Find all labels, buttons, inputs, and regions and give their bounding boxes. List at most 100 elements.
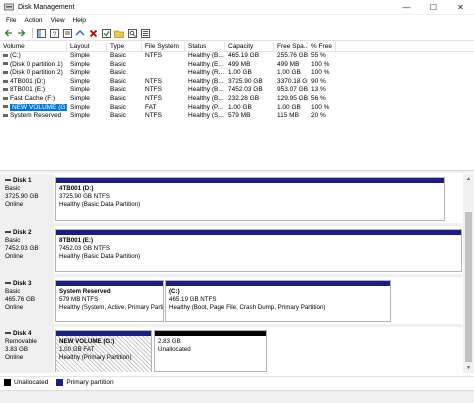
partition-system-reserved[interactable]: System Reserved 579 MB NTFS Healthy (Sys…: [55, 280, 164, 322]
disk-icon: [5, 179, 11, 182]
menu-file[interactable]: File: [2, 17, 20, 24]
disk-label-3[interactable]: Disk 3 Basic 465.76 GB Online: [0, 277, 54, 324]
volume-icon: [3, 62, 8, 66]
show-hide-tree-icon[interactable]: [36, 28, 46, 38]
table-row[interactable]: Fast Cache (F:) Simple Basic NTFS Healthy (B…: [0, 95, 474, 104]
help-icon[interactable]: ?: [49, 28, 59, 38]
table-row[interactable]: (Disk 0 partition 2) Simple Basic Healthy (…: [0, 69, 474, 78]
table-row[interactable]: (Disk 0 partition 1) Simple Basic Healthy (…: [0, 61, 474, 70]
search-disk-icon[interactable]: [127, 28, 137, 38]
volume-list-header: Volume Layout Type File System Status Ca…: [0, 42, 474, 52]
partition-label: 4TB001 (D:): [59, 185, 94, 192]
back-arrow-icon[interactable]: [3, 28, 13, 38]
disk-map-scrollbar[interactable]: ▲ ▼: [463, 174, 474, 373]
maximize-button[interactable]: ☐: [420, 0, 447, 15]
partition-d[interactable]: 4TB001 (D:) 3725.90 GB NTFS Healthy (Bas…: [55, 177, 445, 221]
volume-name: Fast Cache (F:): [10, 94, 56, 102]
partition-label: NEW VOLUME (G:): [59, 338, 115, 345]
table-row[interactable]: System Reserved Simple Basic NTFS Healthy (S…: [0, 112, 474, 121]
partition-label: System Reserved: [59, 288, 111, 295]
svg-text:?: ?: [52, 31, 56, 38]
folder-icon[interactable]: [114, 28, 124, 38]
disk-label-2[interactable]: Disk 2 Basic 7452.03 GB Online: [0, 226, 54, 274]
cell-capacity: 465.19 GB: [228, 52, 260, 59]
partition-status: Healthy (Basic Data Partition): [59, 253, 141, 260]
cell-status: Healthy (P...: [188, 103, 223, 111]
toolbar-separator: [32, 28, 33, 38]
column-header-percent-free[interactable]: % Free: [308, 42, 336, 51]
pane-splitter[interactable]: [0, 170, 474, 173]
table-row[interactable]: 4TB001 (D:) Simple Basic NTFS Healthy (B... 3…: [0, 78, 474, 87]
cell-layout: Simple: [70, 103, 90, 111]
column-header-free-space[interactable]: Free Spa...: [274, 42, 308, 51]
volume-name: 8TB001 (E:): [10, 86, 46, 94]
scrollbar-thumb[interactable]: [465, 212, 472, 362]
disk-label-1[interactable]: Disk 1 Basic 3725.90 GB Online: [0, 174, 54, 223]
menu-help[interactable]: Help: [69, 17, 90, 24]
disk-row-2: Disk 2 Basic 7452.03 GB Online 8TB001 (E…: [0, 226, 462, 277]
partition-c[interactable]: (C:) 465.19 GB NTFS Healthy (Boot, Page …: [165, 280, 391, 322]
volume-icon: [3, 96, 8, 100]
partition-g[interactable]: NEW VOLUME (G:) 1.00 GB FAT Healthy (Pri…: [55, 330, 152, 372]
cell-free-space: 129.95 GB: [277, 94, 308, 102]
cell-percent-free: 13 %: [311, 86, 326, 94]
cell-volume: (Disk 0 partition 1): [0, 61, 67, 70]
cell-free-space: 499 MB: [277, 60, 300, 68]
minimize-button[interactable]: —: [393, 0, 420, 15]
cell-type: Basic: [110, 69, 126, 77]
primary-partition-swatch: [56, 379, 64, 386]
partition-e[interactable]: 8TB001 (E:) 7452.03 GB NTFS Healthy (Bas…: [55, 229, 462, 272]
menu-action[interactable]: Action: [20, 17, 46, 24]
cell-layout: Simple: [70, 86, 90, 94]
table-row[interactable]: NEW VOLUME (G:) Simple Basic FAT Healthy (P.…: [0, 103, 474, 113]
cell-status: Healthy (B...: [188, 77, 224, 85]
cell-capacity: 1.00 GB: [228, 103, 252, 111]
disk-size: 3725.90 GB: [5, 193, 39, 200]
table-row[interactable]: (C:) Simple Basic NTFS Healthy (B... 465.19 G…: [0, 52, 474, 61]
cell-status: Healthy (R...: [188, 69, 225, 77]
delete-icon[interactable]: [88, 28, 98, 38]
disk-state: Online: [5, 253, 24, 260]
table-row[interactable]: 8TB001 (E:) Simple Basic NTFS Healthy (B... 7…: [0, 86, 474, 95]
cell-layout: Simple: [70, 94, 90, 102]
cell-type: Basic: [110, 60, 126, 68]
disk-type: Basic: [5, 185, 21, 192]
unallocated-space[interactable]: 2.83 GB Unallocated: [154, 330, 267, 372]
disk-size: 7452.03 GB: [5, 245, 39, 252]
partition-size-fs: 7452.03 GB NTFS: [59, 245, 110, 252]
legend-unallocated: Unallocated: [4, 379, 48, 386]
close-button[interactable]: ✕: [447, 0, 474, 15]
disk-label-4[interactable]: Disk 4 Removable 3.83 GB Online: [0, 327, 54, 373]
check-icon[interactable]: [101, 28, 111, 38]
disk-name: Disk 4: [13, 330, 32, 337]
forward-arrow-icon[interactable]: [16, 28, 26, 38]
disk-size: 3.83 GB: [5, 346, 29, 353]
scroll-down-arrow-icon[interactable]: ▼: [463, 363, 474, 373]
title-bar: Disk Management — ☐ ✕: [0, 0, 474, 15]
disk-state: Online: [5, 354, 24, 361]
column-header-volume[interactable]: Volume: [0, 42, 67, 51]
list-view-icon[interactable]: [140, 28, 150, 38]
cell-status: Healthy (B...: [188, 94, 224, 102]
cell-percent-free: 100 %: [311, 103, 330, 111]
column-header-capacity[interactable]: Capacity: [225, 42, 274, 51]
volume-name: NEW VOLUME (G:): [10, 103, 67, 111]
scroll-up-arrow-icon[interactable]: ▲: [463, 174, 474, 184]
volume-list-body: (C:) Simple Basic NTFS Healthy (B... 465.19 G…: [0, 52, 474, 121]
column-header-status[interactable]: Status: [185, 42, 225, 51]
connect-icon[interactable]: [75, 28, 85, 38]
partition-status: Healthy (Boot, Page File, Crash Dump, Pr…: [169, 304, 326, 311]
menu-view[interactable]: View: [47, 17, 69, 24]
partition-status: Healthy (Primary Partition): [59, 354, 132, 361]
cell-volume: Fast Cache (F:): [0, 95, 67, 104]
cell-free-space: 1.00 GB: [277, 69, 301, 77]
column-header-layout[interactable]: Layout: [67, 42, 107, 51]
cell-free-space: 953.07 GB: [277, 86, 308, 94]
column-header-file-system[interactable]: File System: [142, 42, 185, 51]
volume-icon: [3, 79, 8, 83]
column-header-type[interactable]: Type: [107, 42, 142, 51]
disk-state: Online: [5, 304, 24, 311]
partition-status: Healthy (System, Active, Primary Parti: [59, 304, 163, 311]
cell-free-space: 115 MB: [277, 112, 299, 120]
properties-icon[interactable]: [62, 28, 72, 38]
